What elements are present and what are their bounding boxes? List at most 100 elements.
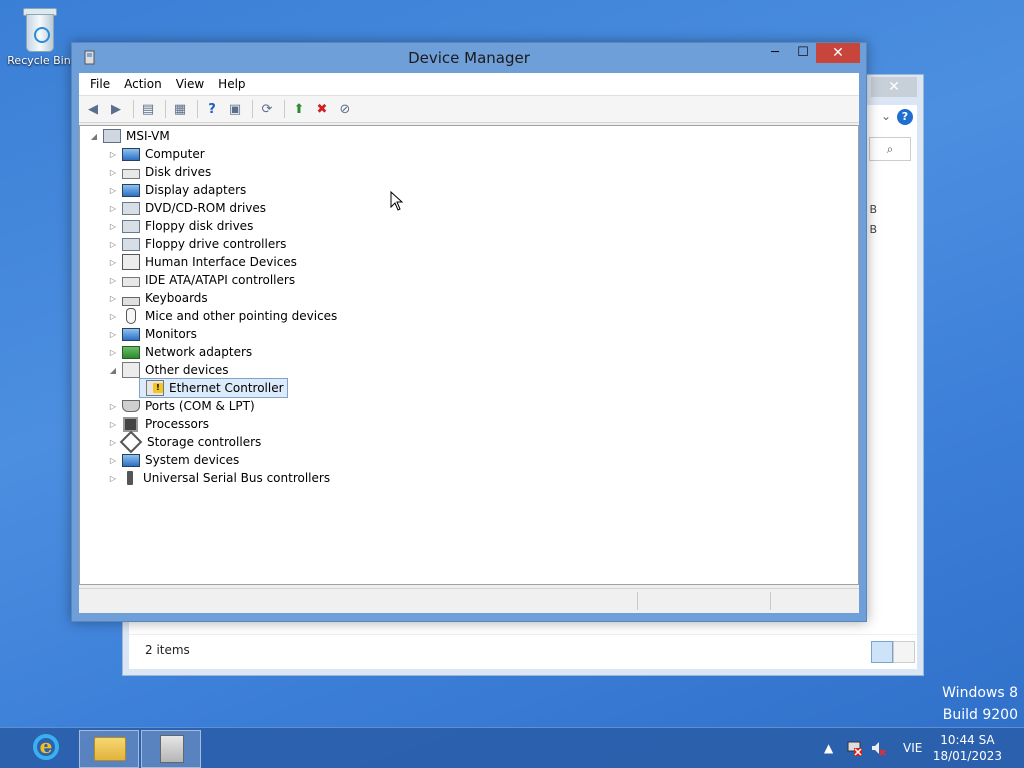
tree-root[interactable]: ◢ MSI-VM <box>88 127 170 145</box>
search-icon[interactable]: ⌕ <box>869 137 911 161</box>
expand-arrow-icon[interactable]: ▷ <box>107 348 119 357</box>
ports-icon <box>122 400 140 412</box>
scan-hardware-icon[interactable]: ⟳ <box>257 99 277 119</box>
expand-arrow-icon[interactable]: ▷ <box>107 438 119 447</box>
disable-device-icon[interactable]: ⊘ <box>335 99 355 119</box>
show-hidden-icons-icon[interactable]: ▲ <box>824 728 833 768</box>
bg-window-close-button[interactable]: ✕ <box>871 77 917 97</box>
taskbar-internet-explorer[interactable]: e <box>16 730 76 768</box>
ide-controller-icon <box>122 277 140 287</box>
details-view-icon[interactable] <box>871 641 893 663</box>
display-adapter-icon <box>122 183 140 197</box>
menu-action[interactable]: Action <box>117 77 169 91</box>
tree-item[interactable]: ▷ Universal Serial Bus controllers <box>107 469 330 487</box>
tree-item[interactable]: ▷ Mice and other pointing devices <box>107 307 337 325</box>
recycle-bin-desktop-icon[interactable]: Recycle Bin <box>6 6 72 67</box>
tree-item[interactable]: ▷ Display adapters <box>107 181 246 199</box>
expand-arrow-icon[interactable]: ▷ <box>107 402 119 411</box>
folder-icon <box>94 737 126 761</box>
expand-arrow-icon[interactable]: ▷ <box>107 186 119 195</box>
collapse-arrow-icon[interactable]: ◢ <box>88 132 100 141</box>
tree-item[interactable]: ▷ Processors <box>107 415 209 433</box>
maximize-button[interactable]: ☐ <box>790 43 816 63</box>
taskbar: e ▲ VIE 10:44 SA 18/01/2023 <box>0 727 1024 768</box>
expand-arrow-icon[interactable]: ▷ <box>107 330 119 339</box>
window-title: Device Manager <box>408 49 530 67</box>
tree-item-label: IDE ATA/ATAPI controllers <box>145 273 296 287</box>
back-arrow-icon[interactable]: ◀ <box>83 99 103 119</box>
menu-view[interactable]: View <box>169 77 211 91</box>
monitor-icon <box>122 327 140 341</box>
disk-drive-icon <box>122 169 140 179</box>
tree-item-label: Floppy disk drives <box>145 219 254 233</box>
tree-item-label: Display adapters <box>145 183 247 197</box>
taskbar-device-manager[interactable] <box>141 730 201 768</box>
expand-arrow-icon[interactable]: ▷ <box>107 222 119 231</box>
expand-arrow-icon[interactable]: ▷ <box>107 294 119 303</box>
expand-arrow-icon[interactable]: ▷ <box>107 258 119 267</box>
title-bar[interactable]: Device Manager ─ ☐ ✕ <box>72 43 866 73</box>
item-count: 2 items <box>145 643 190 657</box>
tree-item[interactable]: ▷ Network adapters <box>107 343 252 361</box>
toolbar: ◀ ▶ ▤ ▦ ? ▣ ⟳ ⬆ ✖ ⊘ <box>79 96 859 123</box>
computer-icon <box>122 147 140 161</box>
expand-arrow-icon[interactable]: ▷ <box>107 168 119 177</box>
uninstall-device-icon[interactable]: ✖ <box>312 99 332 119</box>
tree-item-label: Keyboards <box>145 291 208 305</box>
keyboard-icon <box>122 296 140 306</box>
clock[interactable]: 10:44 SA 18/01/2023 <box>933 732 1002 764</box>
tree-item-label: Ports (COM & LPT) <box>145 399 255 413</box>
expand-arrow-icon[interactable]: ▷ <box>107 420 119 429</box>
menu-file[interactable]: File <box>83 77 117 91</box>
tree-item[interactable]: ▷ IDE ATA/ATAPI controllers <box>107 271 295 289</box>
update-driver-icon[interactable]: ⬆ <box>289 99 309 119</box>
tree-item-label: Computer <box>145 147 205 161</box>
tree-item[interactable]: ▷ Keyboards <box>107 289 208 307</box>
show-hide-console-tree-icon[interactable]: ▤ <box>138 99 158 119</box>
tree-item[interactable]: ▷ Ports (COM & LPT) <box>107 397 255 415</box>
large-icons-view-icon[interactable] <box>893 641 915 663</box>
tree-item[interactable]: ▷ Computer <box>107 145 205 163</box>
tree-item[interactable]: ▷ Storage controllers <box>107 430 261 454</box>
forward-arrow-icon[interactable]: ▶ <box>106 99 126 119</box>
expand-arrow-icon[interactable]: ▷ <box>107 474 119 483</box>
menu-help[interactable]: Help <box>211 77 252 91</box>
properties-icon[interactable]: ▦ <box>170 99 190 119</box>
device-tree[interactable]: ◢ MSI-VM ▷ Computer ▷ Disk drives ▷ Display… <box>79 125 859 585</box>
input-language[interactable]: VIE <box>903 728 922 768</box>
expand-arrow-icon[interactable]: ▷ <box>107 150 119 159</box>
expand-arrow-icon[interactable]: ▷ <box>107 204 119 213</box>
tree-item[interactable]: ▷ Monitors <box>107 325 197 343</box>
mouse-icon <box>126 308 136 324</box>
usb-icon <box>127 471 133 485</box>
expand-arrow-icon[interactable]: ▷ <box>107 240 119 249</box>
help-icon[interactable]: ? <box>202 99 222 119</box>
chevron-down-icon[interactable]: ⌄ <box>881 109 891 123</box>
minimize-button[interactable]: ─ <box>762 43 788 63</box>
tree-item[interactable]: ▷ Floppy drive controllers <box>107 235 287 253</box>
network-status-icon[interactable] <box>846 728 862 768</box>
expand-arrow-icon[interactable]: ▷ <box>107 276 119 285</box>
help-icon[interactable]: ? <box>897 109 913 125</box>
tree-item[interactable]: ▷ DVD/CD-ROM drives <box>107 199 266 217</box>
device-manager-window[interactable]: Device Manager ─ ☐ ✕ File Action View He… <box>71 42 867 622</box>
collapse-arrow-icon[interactable]: ◢ <box>107 366 119 375</box>
action-pane-icon[interactable]: ▣ <box>225 99 245 119</box>
status-bar <box>79 588 859 613</box>
network-adapter-icon <box>122 345 140 359</box>
tree-item-selected[interactable]: Ethernet Controller <box>139 378 288 398</box>
tree-item[interactable]: ▷ Human Interface Devices <box>107 253 297 271</box>
volume-muted-icon[interactable] <box>870 728 886 768</box>
expand-arrow-icon[interactable]: ▷ <box>107 456 119 465</box>
tree-item[interactable]: ◢ Other devices <box>107 361 229 379</box>
tree-item[interactable]: ▷ Disk drives <box>107 163 211 181</box>
expand-arrow-icon[interactable]: ▷ <box>107 312 119 321</box>
tree-item[interactable]: ▷ Floppy disk drives <box>107 217 253 235</box>
close-button[interactable]: ✕ <box>816 43 860 63</box>
tree-item[interactable]: ▷ System devices <box>107 451 239 469</box>
warning-device-icon <box>146 380 164 396</box>
clock-date: 18/01/2023 <box>932 749 1002 763</box>
taskbar-file-explorer[interactable] <box>79 730 139 768</box>
mouse-cursor-icon <box>390 191 404 211</box>
tree-item-label: Floppy drive controllers <box>145 237 287 251</box>
